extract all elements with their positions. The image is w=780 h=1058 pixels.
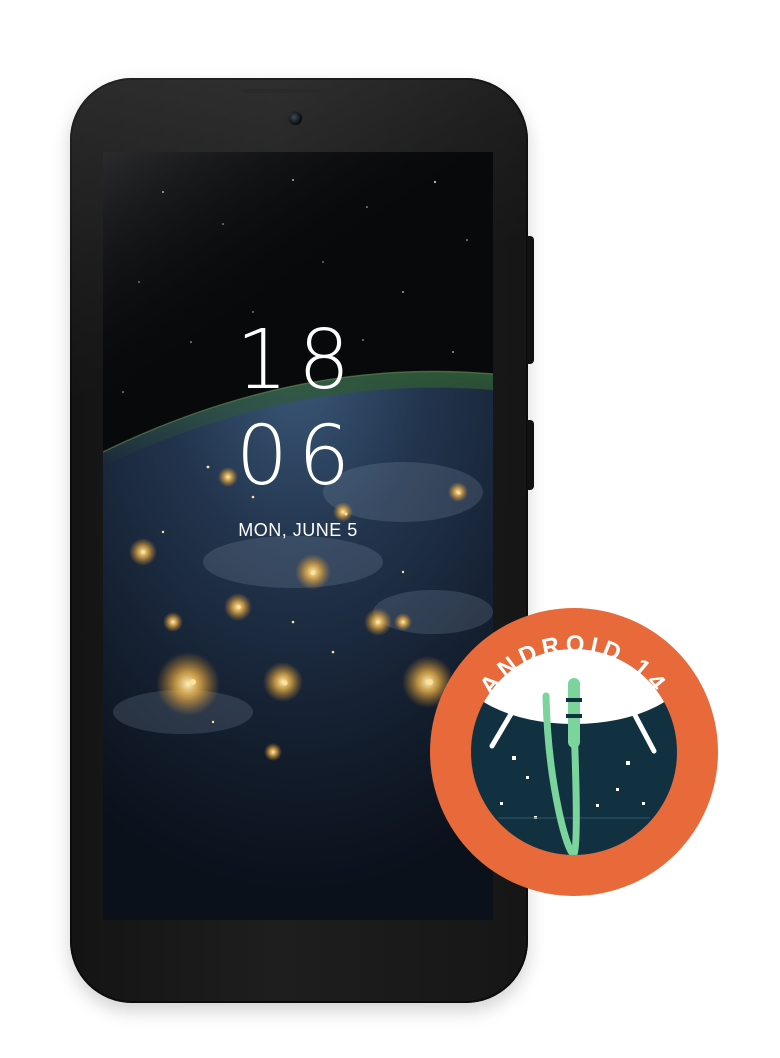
power-button bbox=[527, 236, 534, 364]
front-camera-icon bbox=[289, 112, 302, 125]
product-scene: 18 06 MON, JUNE 5 ANDROID 14 bbox=[0, 0, 780, 1058]
rocket-icon bbox=[568, 678, 580, 748]
earpiece-speaker bbox=[243, 89, 351, 93]
clock-minutes: 06 bbox=[235, 409, 361, 504]
volume-button bbox=[527, 420, 534, 490]
clock-hours: 18 bbox=[235, 313, 361, 408]
android-14-badge: ANDROID 14 bbox=[430, 608, 718, 896]
lockscreen-date: MON, JUNE 5 bbox=[238, 520, 358, 540]
